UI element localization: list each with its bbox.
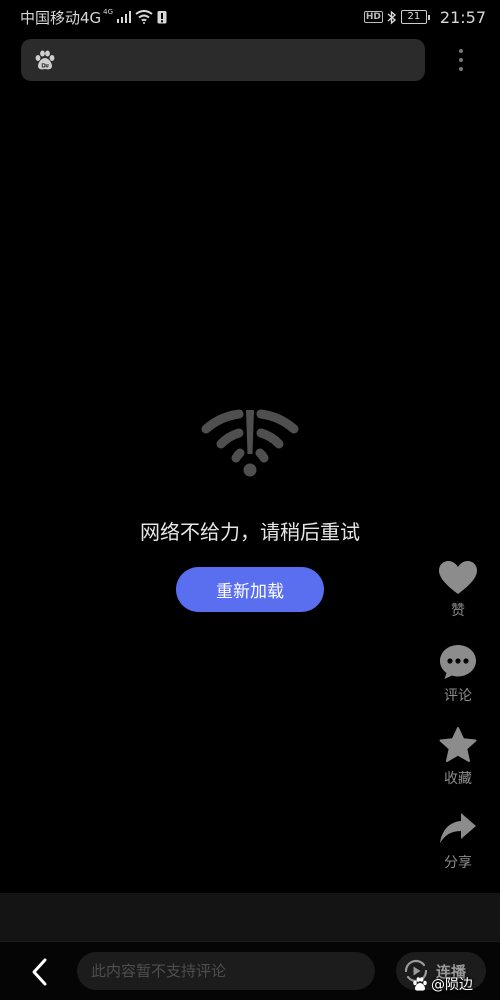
bluetooth-icon: [387, 9, 396, 25]
more-dot-icon: [459, 67, 463, 71]
status-bar: 中国移动4G 4G HD 21 21:57: [0, 0, 500, 34]
battery-indicator: 21: [400, 10, 430, 24]
share-button[interactable]: 分享: [430, 810, 486, 872]
hd-voice-badge: HD: [363, 11, 383, 23]
carrier-label: 中国移动4G: [20, 8, 102, 27]
share-label: 分享: [444, 855, 472, 871]
favorite-button[interactable]: 收藏: [430, 726, 486, 788]
watermark: @陨边: [412, 974, 473, 994]
battery-level: 21: [400, 10, 427, 24]
clock: 21:57: [439, 7, 486, 27]
search-bar[interactable]: [21, 39, 425, 81]
more-dot-icon: [459, 58, 463, 62]
comment-input[interactable]: [77, 952, 375, 990]
network-type-tag: 4G: [103, 7, 114, 16]
wifi-error-icon: [201, 409, 299, 477]
share-arrow-icon: [440, 813, 476, 843]
star-icon: [439, 727, 477, 762]
more-dot-icon: [459, 49, 463, 53]
cell-signal-icon: [117, 11, 132, 23]
status-left: 中国移动4G 4G: [20, 7, 167, 28]
network-error-message: 网络不给力，请稍后重试: [140, 520, 360, 544]
watermark-text: @陨边: [431, 977, 473, 993]
back-arrow-icon[interactable]: [26, 956, 54, 988]
battery-tip: [427, 14, 430, 20]
reload-button[interactable]: 重新加载: [176, 567, 324, 612]
bottom-band: [0, 893, 500, 941]
favorite-label: 收藏: [444, 771, 472, 787]
comment-label: 评论: [444, 688, 472, 704]
baidu-paw-logo-icon: [35, 50, 55, 70]
wifi-status-icon: [135, 10, 153, 24]
alert-notification-icon: [157, 11, 167, 24]
like-label: 赞: [451, 603, 465, 619]
chat-bubble-icon: [440, 645, 476, 679]
heart-icon: [439, 561, 477, 594]
like-button[interactable]: 赞: [430, 560, 486, 620]
comment-button[interactable]: 评论: [430, 643, 486, 705]
more-options-button[interactable]: [448, 44, 474, 76]
status-right: HD 21 21:57: [363, 7, 486, 27]
watermark-logo-icon: [413, 977, 427, 991]
